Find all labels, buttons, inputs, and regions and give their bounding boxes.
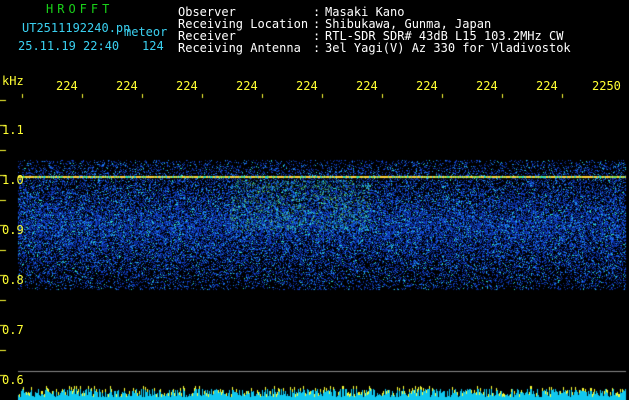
y-tick-label: 1.0 [2, 173, 24, 187]
y-tick-label: 0.8 [2, 273, 24, 287]
x-tick-label: 224 [56, 79, 78, 93]
y-tick-label: 0.6 [2, 373, 24, 387]
meteor-label: meteor [124, 25, 168, 39]
y-tick-label: 0.9 [2, 223, 24, 237]
axis-unit: kHz [2, 74, 24, 88]
file-name: UT2511192240.pn [22, 21, 131, 35]
x-tick-label: 224 [176, 79, 198, 93]
colon: : [313, 41, 321, 55]
spectrogram [0, 0, 629, 400]
x-tick-label: 2250 [592, 79, 621, 93]
x-tick-label: 224 [116, 79, 138, 93]
x-tick-label: 224 [296, 79, 318, 93]
x-tick-label: 224 [476, 79, 498, 93]
x-tick-label: 224 [356, 79, 378, 93]
x-tick-label: 224 [236, 79, 258, 93]
y-tick-label: 1.1 [2, 123, 24, 137]
y-tick-label: 0.7 [2, 323, 24, 337]
brand-title: HROFFT [46, 2, 114, 16]
antenna-label: Receiving Antenna [178, 41, 301, 55]
datetime: 25.11.19 22:40 [18, 39, 120, 53]
meteor-count: 124 [142, 39, 164, 53]
x-tick-label: 224 [416, 79, 438, 93]
x-tick-label: 224 [536, 79, 558, 93]
antenna-value: 3el Yagi(V) Az 330 for Vladivostok [325, 41, 571, 55]
